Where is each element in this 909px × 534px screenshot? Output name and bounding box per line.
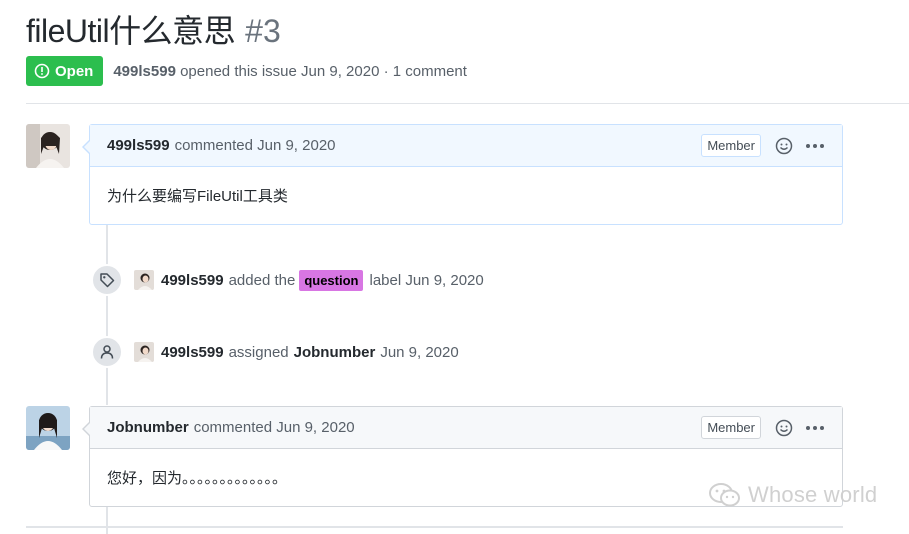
issue-open-icon <box>34 63 50 79</box>
role-badge: Member <box>701 416 761 439</box>
comment-body: 为什么要编写FileUtil工具类 <box>107 188 288 205</box>
event-assignee[interactable]: Jobnumber <box>294 344 376 361</box>
timeline-line <box>106 507 108 534</box>
event-text: added the <box>228 271 296 289</box>
watermark-text: Whose world <box>748 482 878 507</box>
comment-author[interactable]: Jobnumber <box>107 419 189 436</box>
comment-header: Jobnumber commented Jun 9, 2020 Member <box>90 407 842 449</box>
comment-actions: Member <box>701 134 826 157</box>
event-icon <box>91 264 123 296</box>
state-badge: Open <box>26 56 104 86</box>
comment-header: 499ls599 commented Jun 9, 2020 Member <box>90 125 842 167</box>
comment-time[interactable]: commented Jun 9, 2020 <box>175 137 336 154</box>
avatar[interactable] <box>26 124 70 168</box>
kebab-horizontal-icon <box>806 425 824 430</box>
comment-author[interactable]: 499ls599 <box>107 137 170 154</box>
issue-meta-text: 499ls599 opened this issue Jun 9, 2020 ·… <box>113 63 467 80</box>
role-badge: Member <box>701 134 761 157</box>
event-icon <box>91 336 123 368</box>
issue-opened-text: opened this issue Jun 9, 2020 · 1 commen… <box>180 62 467 80</box>
smiley-icon <box>775 419 793 436</box>
bottom-divider <box>26 526 843 528</box>
comment-time[interactable]: commented Jun 9, 2020 <box>194 419 355 436</box>
event-time[interactable]: Jun 9, 2020 <box>380 344 458 361</box>
smiley-icon <box>775 137 793 154</box>
person-icon <box>100 345 114 359</box>
issue-meta: Open 499ls599 opened this issue Jun 9, 2… <box>26 56 467 86</box>
add-reaction-button[interactable] <box>774 418 794 438</box>
watermark: Whose world <box>708 482 877 508</box>
add-reaction-button[interactable] <box>774 136 794 156</box>
event-time[interactable]: label Jun 9, 2020 <box>369 272 483 289</box>
avatar[interactable] <box>134 342 154 362</box>
avatar[interactable] <box>26 406 70 450</box>
timeline-event-labeled: 499ls599 added the question label Jun 9,… <box>91 264 484 296</box>
event-actor[interactable]: 499ls599 <box>161 272 224 289</box>
event-text: assigned <box>228 343 289 361</box>
issue-number: #3 <box>245 13 281 49</box>
avatar[interactable] <box>134 270 154 290</box>
more-options-button[interactable] <box>804 136 826 156</box>
timeline-event-assigned: 499ls599 assigned Jobnumber Jun 9, 2020 <box>91 336 459 368</box>
header-divider <box>26 103 909 104</box>
kebab-horizontal-icon <box>806 143 824 148</box>
issue-title: fileUtil什么意思 <box>26 13 236 49</box>
event-actor[interactable]: 499ls599 <box>161 344 224 361</box>
comment-actions: Member <box>701 416 826 439</box>
comment-caret <box>82 421 91 437</box>
comment-box: 499ls599 commented Jun 9, 2020 Member 为什… <box>82 124 843 225</box>
label-question[interactable]: question <box>299 269 364 291</box>
wechat-icon <box>709 483 740 507</box>
more-options-button[interactable] <box>804 418 826 438</box>
timeline-line <box>106 225 108 405</box>
issue-author-link[interactable]: 499ls599 <box>113 63 176 80</box>
state-label: Open <box>55 62 94 80</box>
issue-title-row: fileUtil什么意思 #3 <box>26 6 281 52</box>
tag-icon <box>100 273 115 288</box>
comment-caret <box>82 139 91 155</box>
